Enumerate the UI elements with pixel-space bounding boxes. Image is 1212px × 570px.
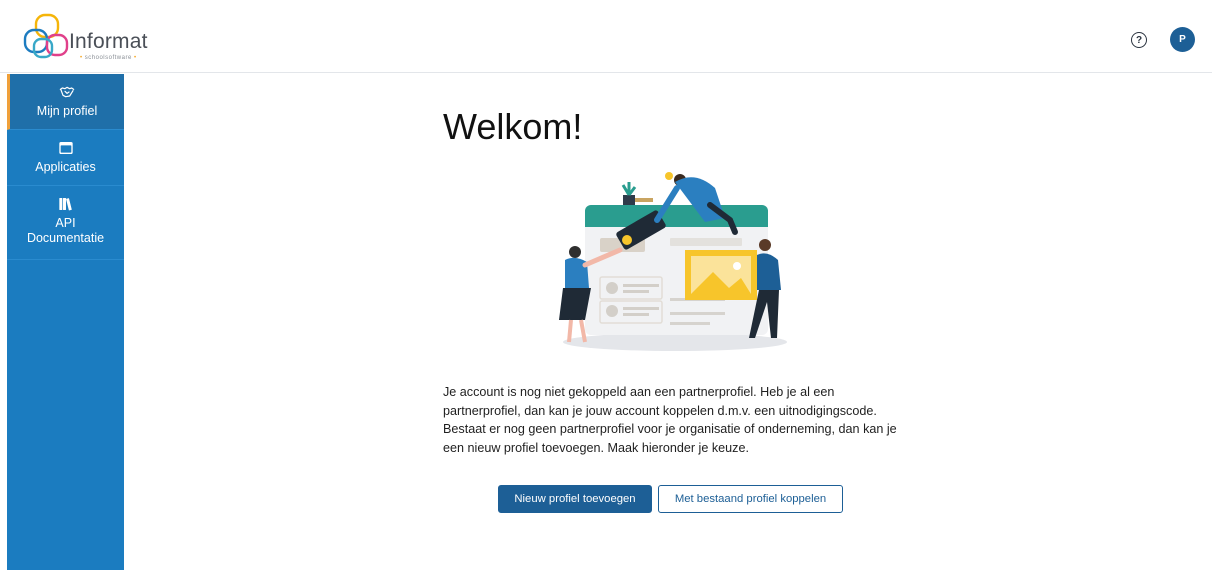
top-header: Informat • schoolsoftware • ? P — [0, 0, 1212, 73]
sidebar-item-applicaties[interactable]: Applicaties — [7, 130, 124, 186]
help-circle-icon[interactable]: ? — [1131, 32, 1147, 48]
handshake-icon — [59, 86, 75, 98]
app-window-icon — [58, 142, 73, 154]
add-new-profile-button[interactable]: Nieuw profiel toevoegen — [498, 485, 652, 513]
sidebar-item-label: API Documentatie — [26, 216, 105, 245]
logo-mark-icon — [23, 13, 69, 59]
sidebar-item-label: Mijn profiel — [36, 104, 98, 118]
logo-tagline: • schoolsoftware • — [80, 55, 137, 61]
sidebar-item-api-documentatie[interactable]: API Documentatie — [7, 186, 124, 260]
intro-text: Je account is nog niet gekoppeld aan een… — [443, 385, 897, 455]
link-existing-profile-button[interactable]: Met bestaand profiel koppelen — [658, 485, 843, 513]
informat-logo[interactable]: Informat • schoolsoftware • — [22, 13, 152, 63]
welcome-illustration — [559, 172, 787, 351]
logo-wordmark: Informat — [69, 30, 148, 53]
sidebar: Mijn profiel Applicaties API Documentati… — [7, 74, 124, 570]
logo-tagline-text: schoolsoftware — [84, 55, 132, 61]
sidebar-item-mijn-profiel[interactable]: Mijn profiel — [7, 74, 124, 130]
user-avatar[interactable]: P — [1170, 27, 1195, 52]
sidebar-item-label: Applicaties — [35, 160, 96, 174]
books-icon — [58, 198, 72, 211]
page-title: Welkom! — [443, 106, 583, 147]
